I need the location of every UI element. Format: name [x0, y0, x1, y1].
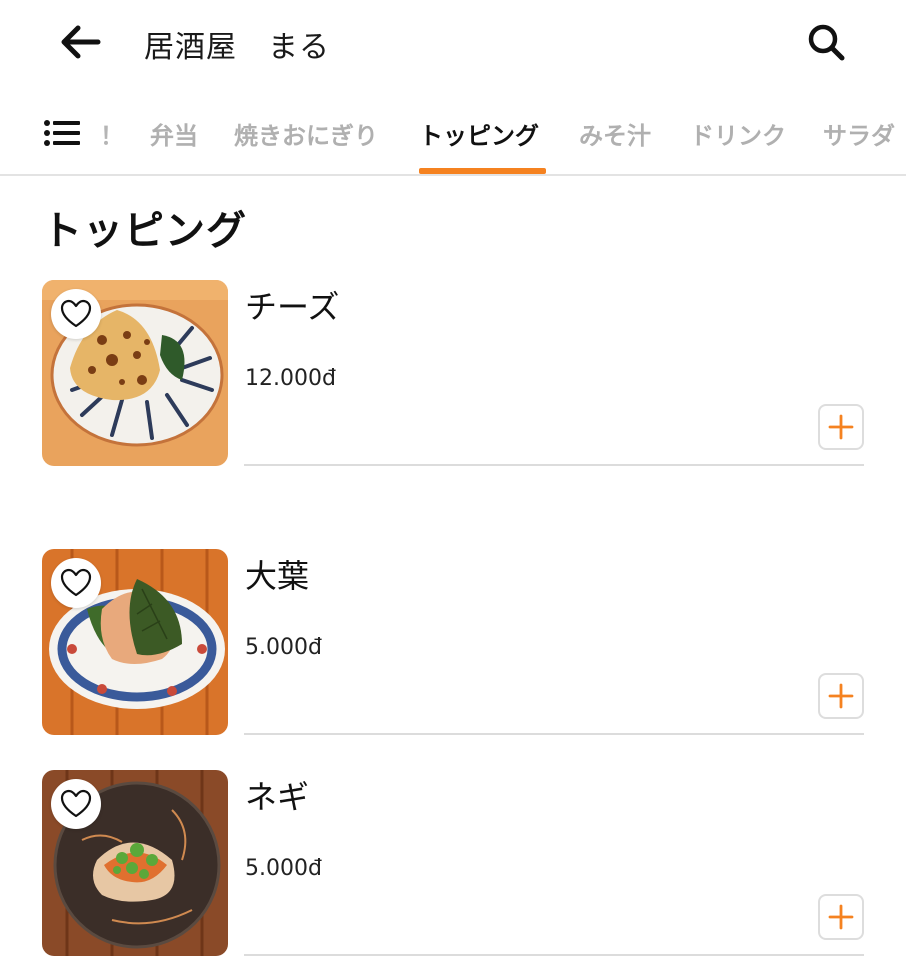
- back-button[interactable]: [52, 18, 108, 66]
- item-divider: [244, 733, 864, 735]
- category-tabs: ！ 弁当 焼きおにぎり トッピング みそ汁 ドリンク サラダ: [0, 96, 906, 176]
- heart-icon: [60, 568, 92, 597]
- tab-topping[interactable]: トッピング: [419, 116, 539, 151]
- favorite-button[interactable]: [51, 558, 101, 608]
- tab-salad[interactable]: サラダ: [823, 116, 895, 151]
- tab-miso-soup[interactable]: みそ汁: [579, 116, 651, 151]
- item-price: 5.000đ: [245, 856, 322, 881]
- item-photo: [42, 770, 228, 956]
- tab-bento[interactable]: 弁当: [150, 116, 198, 151]
- favorite-button[interactable]: [51, 289, 101, 339]
- item-price: 5.000đ: [245, 635, 322, 660]
- plus-icon: [828, 414, 854, 440]
- category-menu-button[interactable]: ！: [44, 116, 124, 150]
- heart-icon: [60, 789, 92, 818]
- item-name: チーズ: [245, 288, 340, 326]
- list-icon: [44, 120, 80, 146]
- favorite-button[interactable]: [51, 779, 101, 829]
- menu-suffix: ！: [100, 121, 124, 150]
- heart-icon: [60, 299, 92, 328]
- item-photo: [42, 549, 228, 735]
- tab-drink[interactable]: ドリンク: [690, 116, 786, 151]
- section-title: トッピング: [42, 208, 247, 254]
- item-name: ネギ: [245, 778, 310, 816]
- add-to-cart-button[interactable]: [818, 673, 864, 719]
- plus-icon: [828, 683, 854, 709]
- active-tab-indicator: [419, 168, 546, 174]
- item-divider: [244, 954, 864, 956]
- item-price: 12.000đ: [245, 366, 336, 391]
- shop-title: 居酒屋 まる: [144, 30, 330, 65]
- tab-yaki-onigiri[interactable]: 焼きおにぎり: [234, 116, 378, 151]
- add-to-cart-button[interactable]: [818, 404, 864, 450]
- search-button[interactable]: [800, 18, 852, 66]
- item-photo: [42, 280, 228, 466]
- item-divider: [244, 464, 864, 466]
- arrow-left-icon: [61, 25, 101, 59]
- add-to-cart-button[interactable]: [818, 894, 864, 940]
- top-bar: 居酒屋 まる: [0, 0, 906, 86]
- plus-icon: [828, 904, 854, 930]
- item-name: 大葉: [245, 557, 310, 595]
- search-icon: [808, 24, 845, 61]
